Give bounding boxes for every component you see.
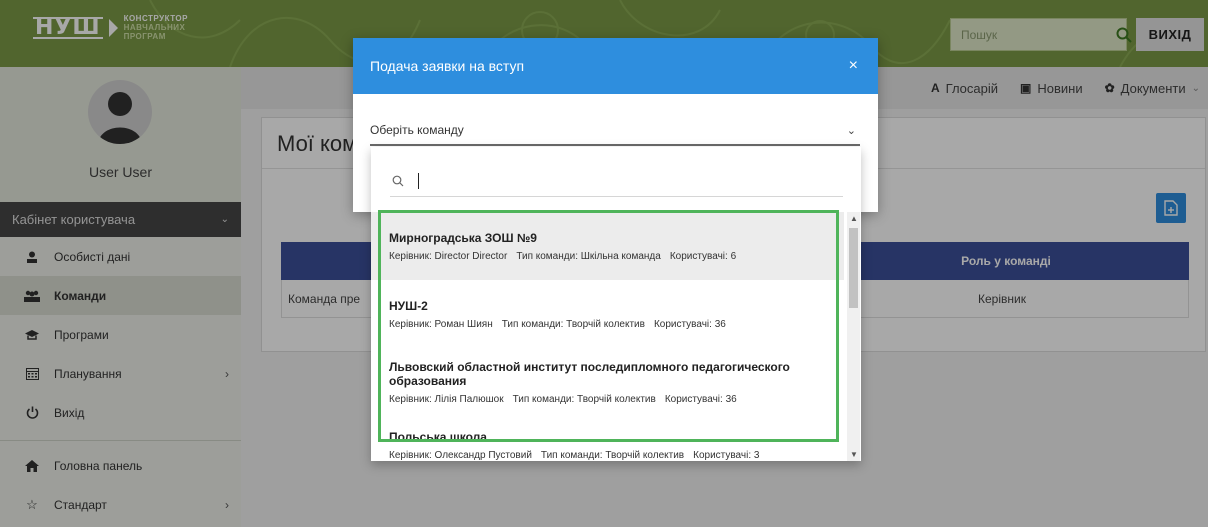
- team-select-dropdown: Мирноградська ЗОШ №9 Керівник: Director …: [371, 147, 861, 461]
- option-meta: Керівник: Роман Шиян Тип команди: Творчій…: [389, 318, 726, 330]
- close-icon[interactable]: ×: [849, 57, 858, 75]
- chevron-down-icon: ⌄: [846, 124, 856, 137]
- option-name: Мирноградська ЗОШ №9: [389, 230, 537, 245]
- team-option[interactable]: Мирноградська ЗОШ №9 Керівник: Director …: [371, 212, 844, 280]
- text-cursor: [418, 172, 419, 189]
- option-name: Львовский областной институт последиплом…: [389, 359, 790, 388]
- modal-header: Подача заявки на вступ ×: [353, 38, 878, 94]
- option-meta: Керівник: Олександр Пустовий Тип команди:…: [389, 450, 760, 461]
- scroll-up-icon[interactable]: ▲: [850, 214, 858, 223]
- option-meta: Керівник: Лілія Палюшок Тип команди: Твор…: [389, 393, 737, 405]
- option-meta: Керівник: Director Director Тип команди: …: [389, 250, 737, 262]
- search-icon: [392, 175, 404, 186]
- team-options-list: Мирноградська ЗОШ №9 Керівник: Director …: [371, 212, 844, 461]
- modal-title: Подача заявки на вступ: [370, 58, 525, 74]
- team-select-value: Оберіть команду: [370, 123, 464, 137]
- team-option[interactable]: Львовский областной институт последиплом…: [371, 348, 844, 416]
- dropdown-scrollbar[interactable]: ▲ ▼: [847, 212, 860, 461]
- option-name: Польська школа: [389, 430, 487, 444]
- dropdown-search[interactable]: [390, 165, 843, 197]
- team-option[interactable]: НУШ-2 Керівник: Роман Шиян Тип команди: Т…: [371, 280, 844, 348]
- team-option[interactable]: Польська школа Керівник: Олександр Пусто…: [371, 416, 844, 461]
- option-name: НУШ-2: [389, 298, 428, 313]
- scroll-down-icon[interactable]: ▼: [850, 450, 858, 459]
- scrollbar-thumb[interactable]: [849, 228, 858, 308]
- team-select[interactable]: Оберіть команду ⌄: [370, 116, 860, 146]
